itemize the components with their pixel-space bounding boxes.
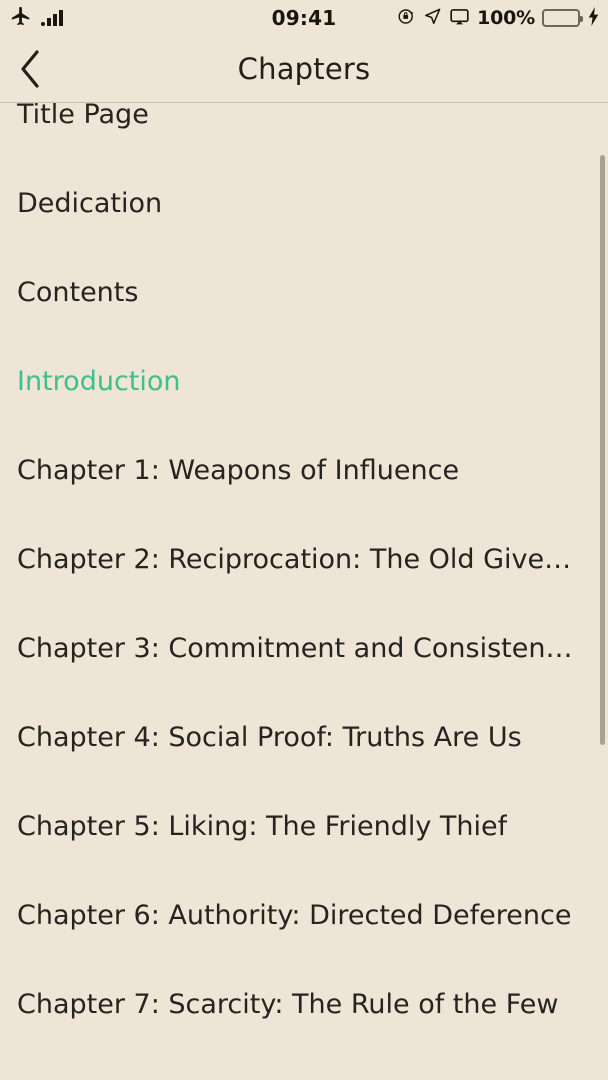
chapter-list-item[interactable]: Introduction xyxy=(0,337,608,426)
page-title: Chapters xyxy=(237,52,371,86)
rotation-lock-icon xyxy=(397,7,416,30)
location-arrow-icon xyxy=(423,7,442,30)
chapter-list-item-label: Chapter 3: Commitment and Consistency: H… xyxy=(17,632,579,664)
chapter-list-item-label: Introduction xyxy=(17,365,181,397)
chapter-list-item-label: Dedication xyxy=(17,187,163,219)
chapter-list-item[interactable]: Dedication xyxy=(0,159,608,248)
navigation-bar: Chapters xyxy=(0,36,608,102)
status-bar: 09:41 100% xyxy=(0,0,608,36)
chapter-list-item[interactable]: Chapter 2: Reciprocation: The Old Give a… xyxy=(0,515,608,604)
chapter-list-item-label: Chapter 2: Reciprocation: The Old Give a… xyxy=(17,543,579,575)
chapter-list-item-label: Chapter 5: Liking: The Friendly Thief xyxy=(17,810,508,842)
chapter-list-item-label: Title Page xyxy=(17,103,149,130)
chapter-list-scroll-area[interactable]: Title Page Dedication Contents Introduction… xyxy=(0,103,608,1080)
chapter-list-item[interactable]: Title Page xyxy=(0,103,608,159)
chapter-list-item-label: Chapter 1: Weapons of Influence xyxy=(17,454,460,486)
battery-percent: 100% xyxy=(477,7,535,29)
chapter-list-item[interactable]: Chapter 1: Weapons of Influence xyxy=(0,426,608,515)
lightning-bolt-icon xyxy=(587,6,600,30)
battery-full-icon xyxy=(542,9,583,27)
chapter-list-item-label: Chapter 7: Scarcity: The Rule of the Few xyxy=(17,988,559,1020)
chapter-list-item-label: Chapter 4: Social Proof: Truths Are Us xyxy=(17,721,522,753)
chapter-list-item[interactable]: Chapter 4: Social Proof: Truths Are Us xyxy=(0,693,608,782)
chapter-list-item[interactable]: Chapter 5: Liking: The Friendly Thief xyxy=(0,782,608,871)
vertical-scrollbar[interactable] xyxy=(600,103,605,1080)
chapter-list-item[interactable]: Contents xyxy=(0,248,608,337)
chapter-list-item[interactable]: Epilogue: Instant Influence: Primitive C… xyxy=(0,1049,608,1080)
chapter-list: Title Page Dedication Contents Introduction… xyxy=(0,103,608,1080)
chapter-list-item-label: Chapter 6: Authority: Directed Deference xyxy=(17,899,572,931)
chapter-list-item[interactable]: Chapter 3: Commitment and Consistency: H… xyxy=(0,604,608,693)
chapter-list-item-label: Contents xyxy=(17,276,139,308)
clock-time: 09:41 xyxy=(271,6,337,30)
chapter-list-item[interactable]: Chapter 7: Scarcity: The Rule of the Few xyxy=(0,960,608,1049)
status-bar-right: 100% xyxy=(397,0,600,36)
chapters-screen: 09:41 100% Chapters Title Page Dedicatio… xyxy=(0,0,608,1080)
scrollbar-thumb[interactable] xyxy=(600,155,605,745)
chapter-list-item[interactable]: Chapter 6: Authority: Directed Deference xyxy=(0,871,608,960)
airplay-screen-icon xyxy=(449,6,470,31)
